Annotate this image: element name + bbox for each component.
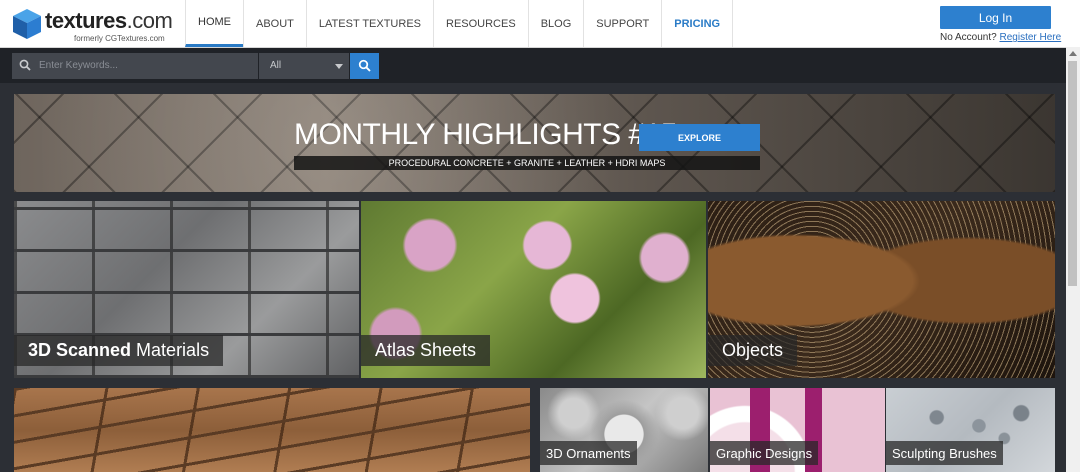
banner-subtitle: PROCEDURAL CONCRETE + GRANITE + LEATHER … [294, 156, 760, 170]
register-link[interactable]: Register Here [1000, 32, 1062, 43]
tile-wicker-texture[interactable] [14, 388, 530, 472]
tile-label: 3D Scanned Materials [14, 335, 224, 366]
site-header: textures.com formerly CGTextures.com HOM… [0, 0, 1080, 48]
tile-label: Graphic Designs [710, 441, 819, 465]
search-icon [19, 59, 31, 71]
category-select[interactable]: All [259, 53, 349, 79]
scrollbar-thumb[interactable] [1068, 61, 1077, 286]
logo-subtitle: formerly CGTextures.com [74, 34, 165, 43]
logo-wordmark: textures.com [45, 8, 173, 33]
tile-3d-scanned-materials[interactable]: 3D Scanned Materials [14, 201, 359, 378]
tile-sculpting-brushes[interactable]: Sculpting Brushes [886, 388, 1055, 472]
tile-label: Atlas Sheets [361, 335, 491, 366]
site-logo[interactable]: textures.com formerly CGTextures.com [12, 8, 182, 44]
tile-label: Sculpting Brushes [886, 441, 1003, 465]
login-button[interactable]: Log In [940, 6, 1051, 29]
banner-title: MONTHLY HIGHLIGHTS #15 [294, 118, 677, 151]
tile-label: Objects [708, 335, 798, 366]
page-scrollbar[interactable] [1066, 47, 1080, 472]
main-nav: HOME ABOUT LATEST TEXTURES RESOURCES BLO… [185, 0, 734, 47]
cube-logo-icon [13, 9, 41, 39]
no-account-label: No Account? [940, 32, 997, 43]
nav-blog[interactable]: BLOG [527, 0, 584, 47]
search-button[interactable] [350, 53, 379, 79]
category-value: All [270, 60, 282, 71]
search-icon [358, 59, 371, 72]
nav-pricing[interactable]: PRICING [661, 0, 734, 47]
nav-latest-textures[interactable]: LATEST TEXTURES [305, 0, 433, 47]
tile-objects[interactable]: Objects [708, 201, 1055, 378]
monthly-highlights-banner[interactable]: MONTHLY HIGHLIGHTS #15 EXPLORE PROCEDURA… [14, 94, 1055, 192]
tile-graphic-designs[interactable]: Graphic Designs [710, 388, 885, 472]
no-account-text: No Account? Register Here [940, 32, 1061, 43]
nav-about[interactable]: ABOUT [243, 0, 306, 47]
tile-atlas-sheets[interactable]: Atlas Sheets [361, 201, 706, 378]
nav-support[interactable]: SUPPORT [583, 0, 661, 47]
nav-home[interactable]: HOME [185, 0, 243, 47]
tile-label: 3D Ornaments [540, 441, 637, 465]
chevron-down-icon [335, 64, 343, 69]
tile-3d-ornaments[interactable]: 3D Ornaments [540, 388, 708, 472]
scroll-up-arrow-icon[interactable] [1069, 51, 1077, 56]
nav-resources[interactable]: RESOURCES [433, 0, 528, 47]
search-placeholder: Enter Keywords... [39, 60, 118, 71]
explore-button[interactable]: EXPLORE [639, 124, 760, 151]
search-input[interactable]: Enter Keywords... [12, 53, 258, 79]
